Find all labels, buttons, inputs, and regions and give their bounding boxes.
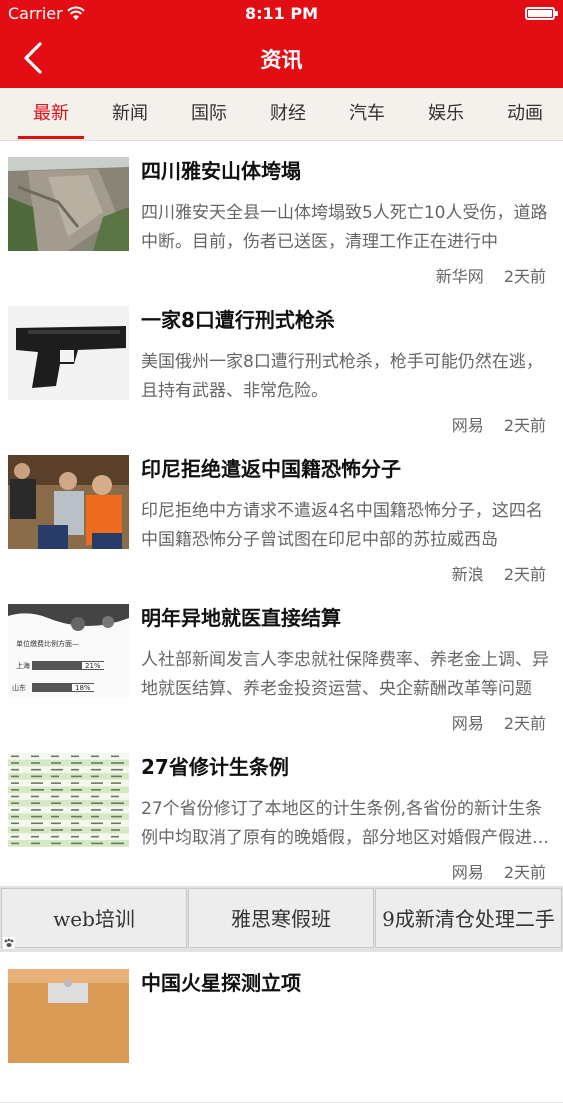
news-summary: 四川雅安天全县一山体垮塌致5人死亡10人受伤，道路中断。目前，伤者已送医，清理工… <box>141 203 548 252</box>
infographic-row1-value: 21% <box>85 662 101 670</box>
tab-latest[interactable]: 最新 <box>18 88 84 140</box>
news-summary: 27个省份修订了本地区的计生条例,各省份的新计生条例中均取消了原有的晚婚假，部分… <box>141 799 549 848</box>
news-thumbnail-mars-rover <box>8 969 129 1063</box>
category-tabs: 最新 新闻 国际 财经 汽车 娱乐 动画 <box>0 88 563 141</box>
tab-auto[interactable]: 汽车 <box>334 88 400 140</box>
tab-animation[interactable]: 动画 <box>492 88 558 140</box>
news-item[interactable]: 中国火星探测立项 <box>0 953 563 1103</box>
tab-entertainment[interactable]: 娱乐 <box>413 88 479 140</box>
news-meta: 新浪 2天前 <box>452 561 546 585</box>
news-item[interactable]: 27省修计生条例 27个省份修订了本地区的计生条例,各省份的新计生条例中均取消了… <box>0 737 563 887</box>
news-item[interactable]: 印尼拒绝遣返中国籍恐怖分子 印尼拒绝中方请求不遣返4名中国籍恐怖分子，这四名中国… <box>0 439 563 589</box>
news-meta: 网易 2天前 <box>452 710 546 734</box>
status-bar: Carrier 8:11 PM <box>0 0 563 30</box>
news-time: 2天前 <box>503 714 546 733</box>
news-meta: 网易 2天前 <box>452 859 546 883</box>
news-thumbnail-landslide <box>8 157 129 251</box>
news-title: 27省修计生条例 <box>141 755 289 779</box>
news-time: 2天前 <box>503 565 546 584</box>
infographic-row2-label: 山东 <box>12 683 26 692</box>
news-summary: 美国俄州一家8口遭行刑式枪杀，枪手可能仍然在逃，且持有武器、非常危险。 <box>141 352 543 401</box>
news-source: 网易 <box>451 863 484 882</box>
news-title: 印尼拒绝遣返中国籍恐怖分子 <box>141 457 401 481</box>
news-thumbnail-infographic: 单位缴费比例方面— 上海 21% 山东 18% <box>8 604 129 698</box>
page-title: 资讯 <box>260 48 303 72</box>
promo-banner: web培训 雅思寒假班 9成新清仓处理二手 <box>0 886 563 952</box>
infographic-caption: 单位缴费比例方面— <box>16 639 79 648</box>
news-item[interactable]: 单位缴费比例方面— 上海 21% 山东 18% 明年异地就医直接结算 人社部新闻… <box>0 588 563 738</box>
promo-web-training-button[interactable]: web培训 <box>1 888 187 948</box>
news-item[interactable]: 一家8口遭行刑式枪杀 美国俄州一家8口遭行刑式枪杀，枪手可能仍然在逃，且持有武器… <box>0 290 563 440</box>
news-thumbnail-table <box>8 753 129 847</box>
news-source: 网易 <box>451 714 484 733</box>
news-title: 四川雅安山体垮塌 <box>141 159 301 183</box>
news-title: 一家8口遭行刑式枪杀 <box>141 308 335 332</box>
active-tab-indicator <box>18 136 84 139</box>
tab-finance[interactable]: 财经 <box>255 88 321 140</box>
battery-icon <box>525 7 558 20</box>
status-time: 8:11 PM <box>244 4 318 23</box>
news-source: 新华网 <box>435 267 484 286</box>
infographic-row2-value: 18% <box>75 684 91 692</box>
news-time: 2天前 <box>503 863 546 882</box>
app-header: Carrier 8:11 PM 资讯 <box>0 0 563 88</box>
news-source: 新浪 <box>451 565 484 584</box>
news-time: 2天前 <box>503 416 546 435</box>
tab-international[interactable]: 国际 <box>176 88 242 140</box>
news-summary: 人社部新闻发言人李忠就社保降费率、养老金上调、异地就医结算、养老金投资运营、央企… <box>141 650 549 699</box>
infographic-row1-label: 上海 <box>16 661 30 670</box>
news-meta: 网易 2天前 <box>452 412 546 436</box>
tab-news[interactable]: 新闻 <box>97 88 163 140</box>
news-source: 网易 <box>451 416 484 435</box>
news-summary: 印尼拒绝中方请求不遣返4名中国籍恐怖分子，这四名中国籍恐怖分子曾试图在印尼中部的… <box>141 501 543 550</box>
promo-clearance-button[interactable]: 9成新清仓处理二手 <box>375 888 562 948</box>
news-item[interactable]: 四川雅安山体垮塌 四川雅安天全县一山体垮塌致5人死亡10人受伤，道路中断。目前，… <box>0 141 563 291</box>
news-thumbnail-gun <box>8 306 129 400</box>
news-title: 中国火星探测立项 <box>141 971 301 995</box>
news-time: 2天前 <box>503 267 546 286</box>
news-thumbnail-court <box>8 455 129 549</box>
promo-ielts-button[interactable]: 雅思寒假班 <box>188 888 374 948</box>
paw-icon <box>3 937 15 949</box>
news-title: 明年异地就医直接结算 <box>141 606 341 630</box>
news-meta: 新华网 2天前 <box>436 263 546 287</box>
